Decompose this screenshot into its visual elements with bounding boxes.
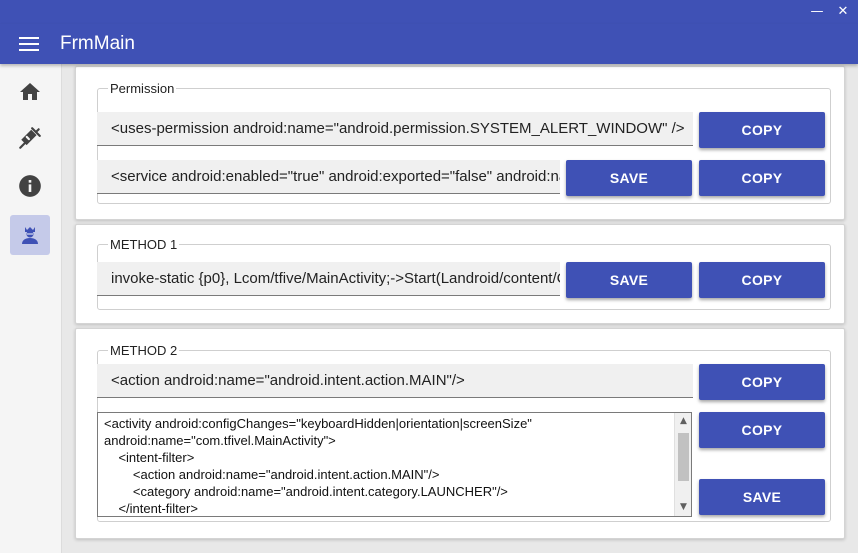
activity-xml-textarea[interactable]: <activity android:configChanges="keyboar…: [97, 412, 692, 517]
save-service-button[interactable]: SAVE: [566, 160, 692, 196]
app-title: FrmMain: [60, 33, 135, 54]
home-icon: [20, 83, 40, 100]
permission-card: Permission <uses-permission android:name…: [75, 66, 845, 220]
activity-save-button[interactable]: SAVE: [699, 479, 825, 515]
scroll-down-arrow-icon[interactable]: ▼: [675, 499, 691, 516]
copy-service-button[interactable]: COPY: [699, 160, 825, 196]
method1-card: METHOD 1 invoke-static {p0}, Lcom/tfive/…: [75, 224, 845, 324]
action-field[interactable]: <action android:name="android.intent.act…: [97, 364, 693, 398]
agent-icon: [22, 227, 38, 244]
sidebar-item-info[interactable]: [10, 166, 50, 206]
main-content: Permission <uses-permission android:name…: [62, 64, 858, 553]
sidebar-item-agent[interactable]: [10, 215, 50, 255]
sidebar-item-inject[interactable]: [10, 118, 50, 158]
method1-code-field[interactable]: invoke-static {p0}, Lcom/tfive/MainActiv…: [97, 262, 560, 296]
method2-legend: METHOD 2: [108, 343, 180, 359]
sidebar-item-home[interactable]: [10, 72, 50, 112]
scroll-up-arrow-icon[interactable]: ▲: [675, 413, 691, 430]
sidebar: [0, 64, 62, 553]
close-button[interactable]: ✕: [834, 3, 852, 21]
copy-permission-button[interactable]: COPY: [699, 112, 825, 148]
app-bar: FrmMain: [0, 24, 858, 64]
service-field[interactable]: <service android:enabled="true" android:…: [97, 160, 560, 194]
action-copy-button[interactable]: COPY: [699, 364, 825, 400]
textarea-scrollbar[interactable]: ▲ ▼: [674, 413, 691, 516]
activity-copy-button[interactable]: COPY: [699, 412, 825, 448]
minimize-button[interactable]: —: [808, 3, 826, 21]
uses-permission-field[interactable]: <uses-permission android:name="android.p…: [97, 112, 693, 146]
menu-icon[interactable]: [19, 37, 39, 51]
permission-legend: Permission: [108, 81, 177, 97]
method1-legend: METHOD 1: [108, 237, 180, 253]
method1-copy-button[interactable]: COPY: [699, 262, 825, 298]
window-titlebar: — ✕: [0, 0, 858, 24]
scroll-thumb[interactable]: [678, 433, 689, 481]
info-icon: [19, 175, 41, 197]
method2-card: METHOD 2 <action android:name="android.i…: [75, 328, 845, 539]
activity-xml-text: <activity android:configChanges="keyboar…: [104, 416, 532, 516]
syringe-icon: [19, 127, 41, 149]
method1-save-button[interactable]: SAVE: [566, 262, 692, 298]
